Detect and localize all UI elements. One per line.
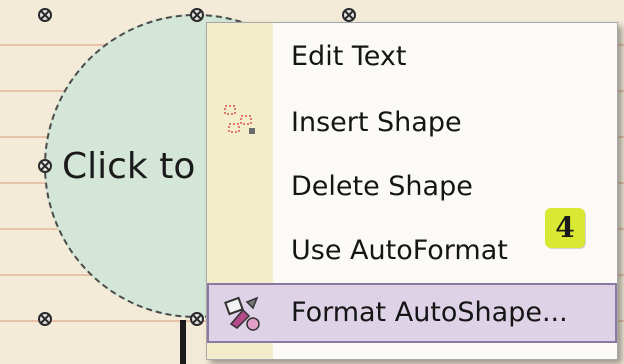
- shape-placeholder-text[interactable]: Click to a: [62, 146, 229, 187]
- insert-shape-icon: [221, 102, 261, 142]
- menu-item-label: Delete Shape: [291, 171, 473, 202]
- resize-handle-bottom-center[interactable]: [190, 312, 204, 326]
- menu-item-label: Format AutoShape...: [291, 297, 568, 328]
- menu-item-insert-shape[interactable]: Insert Shape: [207, 93, 617, 153]
- context-menu: Edit Text Insert Shape Delete Shape Use …: [206, 22, 618, 360]
- menu-item-label: Insert Shape: [291, 107, 462, 138]
- resize-handle-top-right[interactable]: [342, 8, 356, 22]
- resize-handle-bottom-left[interactable]: [38, 312, 52, 326]
- resize-handle-middle-left[interactable]: [38, 159, 52, 173]
- menu-item-format-autoshape[interactable]: Format AutoShape...: [207, 283, 617, 343]
- resize-handle-top-left[interactable]: [38, 8, 52, 22]
- text-cursor-icon: [180, 320, 186, 364]
- step-number-badge: 4: [545, 208, 585, 248]
- format-autoshape-icon: [223, 294, 263, 334]
- menu-item-edit-text[interactable]: Edit Text: [207, 27, 617, 87]
- resize-handle-top-center[interactable]: [190, 8, 204, 22]
- menu-item-label: Edit Text: [291, 41, 407, 72]
- menu-item-label: Use AutoFormat: [291, 235, 508, 266]
